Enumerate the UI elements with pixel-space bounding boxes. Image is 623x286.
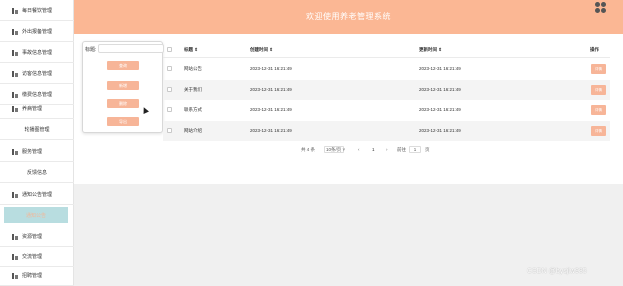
prev-page-button[interactable]: ‹ [358,147,360,152]
menu-icon [12,49,18,56]
sidebar-item-label: 通知公告管理 [22,192,53,198]
page-suffix: 页 [425,147,430,152]
sidebar-item-label: 资源管理 [22,234,43,240]
details-button[interactable]: 详情 [591,64,606,74]
sidebar-item-label: 交流管理 [22,254,43,260]
cell-created: 2023-12-31 16:21:49 [250,66,292,71]
table-row: 关于我们 2023-12-31 16:21:49 2023-12-31 16:2… [163,80,610,100]
sidebar-item-label: 事故信息管理 [22,50,53,56]
row-checkbox[interactable] [167,107,172,112]
cell-title: 网站公告 [184,66,202,71]
cell-title: 联系方式 [184,107,202,112]
menu-icon [12,148,18,155]
current-page-number[interactable]: 1 [372,147,375,152]
table-row: 网站公告 2023-12-31 16:21:49 2023-12-31 16:2… [163,59,610,79]
sidebar-item-notice[interactable]: 通知公告 [4,207,68,223]
sidebar-item-service[interactable]: 服务管理 [0,142,74,162]
column-header-created[interactable]: 创建时间 ⇕ [250,47,273,53]
goto-page-input[interactable]: 1 [409,146,421,153]
column-header-updated[interactable]: 更新时间 ⇕ [419,47,442,53]
menu-icon [12,233,18,240]
table-header: 标题 ⇕ 创建时间 ⇕ 更新时间 ⇕ 操作 [163,41,610,58]
page-title: 欢迎使用养老管理系统 [306,12,391,21]
sidebar-item-label: 通知公告 [25,212,46,219]
menu-icon [12,70,18,77]
export-button[interactable]: 导出 [107,117,139,126]
sidebar-item-label: 反馈信息 [26,170,47,176]
search-panel: 标题: 查询 新增 删除 导出 [82,41,164,133]
delete-button[interactable]: 删除 [107,99,139,108]
cell-updated: 2023-12-31 16:21:49 [419,107,461,112]
next-page-button[interactable]: › [386,147,388,152]
sidebar-item-label: 服务管理 [22,149,43,155]
goto-label: 前往 [397,147,406,152]
menu-icon [12,191,18,198]
sidebar: 每日餐饮管理 外出报备管理 事故信息管理 访客信息管理 缴费信息管理 养病管理 … [0,0,74,286]
sidebar-item-illness[interactable]: 养病管理 [0,99,74,119]
sidebar-item-label: 每日餐饮管理 [22,8,53,14]
column-header-actions: 操作 [590,47,599,52]
cell-title: 网站介绍 [184,128,202,133]
cell-updated: 2023-12-31 16:21:49 [419,128,461,133]
sidebar-item-label: 外出报备管理 [22,29,53,35]
menu-icon [12,91,18,98]
sidebar-item-carousel[interactable]: 轮播图管理 [0,120,74,140]
total-count: 共 4 条 [301,147,316,152]
row-checkbox[interactable] [167,87,172,92]
sidebar-item-feedback[interactable]: 反馈信息 [0,163,74,183]
details-button[interactable]: 详情 [591,85,606,95]
row-checkbox[interactable] [167,128,172,133]
menu-icon [12,105,18,112]
user-menu-icon[interactable] [595,2,606,13]
cell-title: 关于我们 [184,87,202,92]
sidebar-item-notice-management[interactable]: 通知公告管理 [0,185,74,205]
title-search-input[interactable] [98,44,164,53]
sidebar-item-label: 轮播图管理 [24,127,50,133]
cell-updated: 2023-12-31 16:21:49 [419,66,461,71]
add-button[interactable]: 新增 [107,81,139,90]
sidebar-item-recruitment[interactable]: 招聘管理 [0,266,74,286]
select-all-checkbox[interactable] [167,47,172,52]
sidebar-item-accident-info[interactable]: 事故信息管理 [0,43,74,63]
search-button[interactable]: 查询 [107,61,139,70]
details-button[interactable]: 详情 [591,126,606,136]
details-button[interactable]: 详情 [591,105,606,115]
sidebar-item-resources[interactable]: 资源管理 [0,227,74,247]
column-header-title[interactable]: 标题 ⇕ [184,47,198,53]
sidebar-item-label: 招聘管理 [22,273,43,279]
row-checkbox[interactable] [167,66,172,71]
page-size-select[interactable]: 10条/页 ˅ [324,146,345,153]
sidebar-item-daily-meals[interactable]: 每日餐饮管理 [0,1,74,21]
sidebar-item-exchange[interactable]: 交流管理 [0,247,74,267]
menu-icon [12,272,18,279]
sidebar-item-label: 访客信息管理 [22,71,53,77]
title-filter-label: 标题: [85,47,97,53]
menu-icon [12,28,18,35]
menu-icon [12,7,18,14]
cell-created: 2023-12-31 16:21:49 [250,107,292,112]
sidebar-item-outing-report[interactable]: 外出报备管理 [0,22,74,42]
menu-icon [12,253,18,260]
table-row: 联系方式 2023-12-31 16:21:49 2023-12-31 16:2… [163,100,610,120]
cell-created: 2023-12-31 16:21:49 [250,87,292,92]
sidebar-item-label: 养病管理 [22,106,43,112]
sidebar-item-visitor-info[interactable]: 访客信息管理 [0,64,74,84]
sidebar-item-label: 缴费信息管理 [22,92,53,98]
cell-updated: 2023-12-31 16:21:49 [419,87,461,92]
cell-created: 2023-12-31 16:21:49 [250,128,292,133]
top-header: 欢迎使用养老管理系统 [74,0,623,34]
watermark: CSDN @bysjlw985 [527,268,587,275]
table-row: 网站介绍 2023-12-31 16:21:49 2023-12-31 16:2… [163,121,610,141]
